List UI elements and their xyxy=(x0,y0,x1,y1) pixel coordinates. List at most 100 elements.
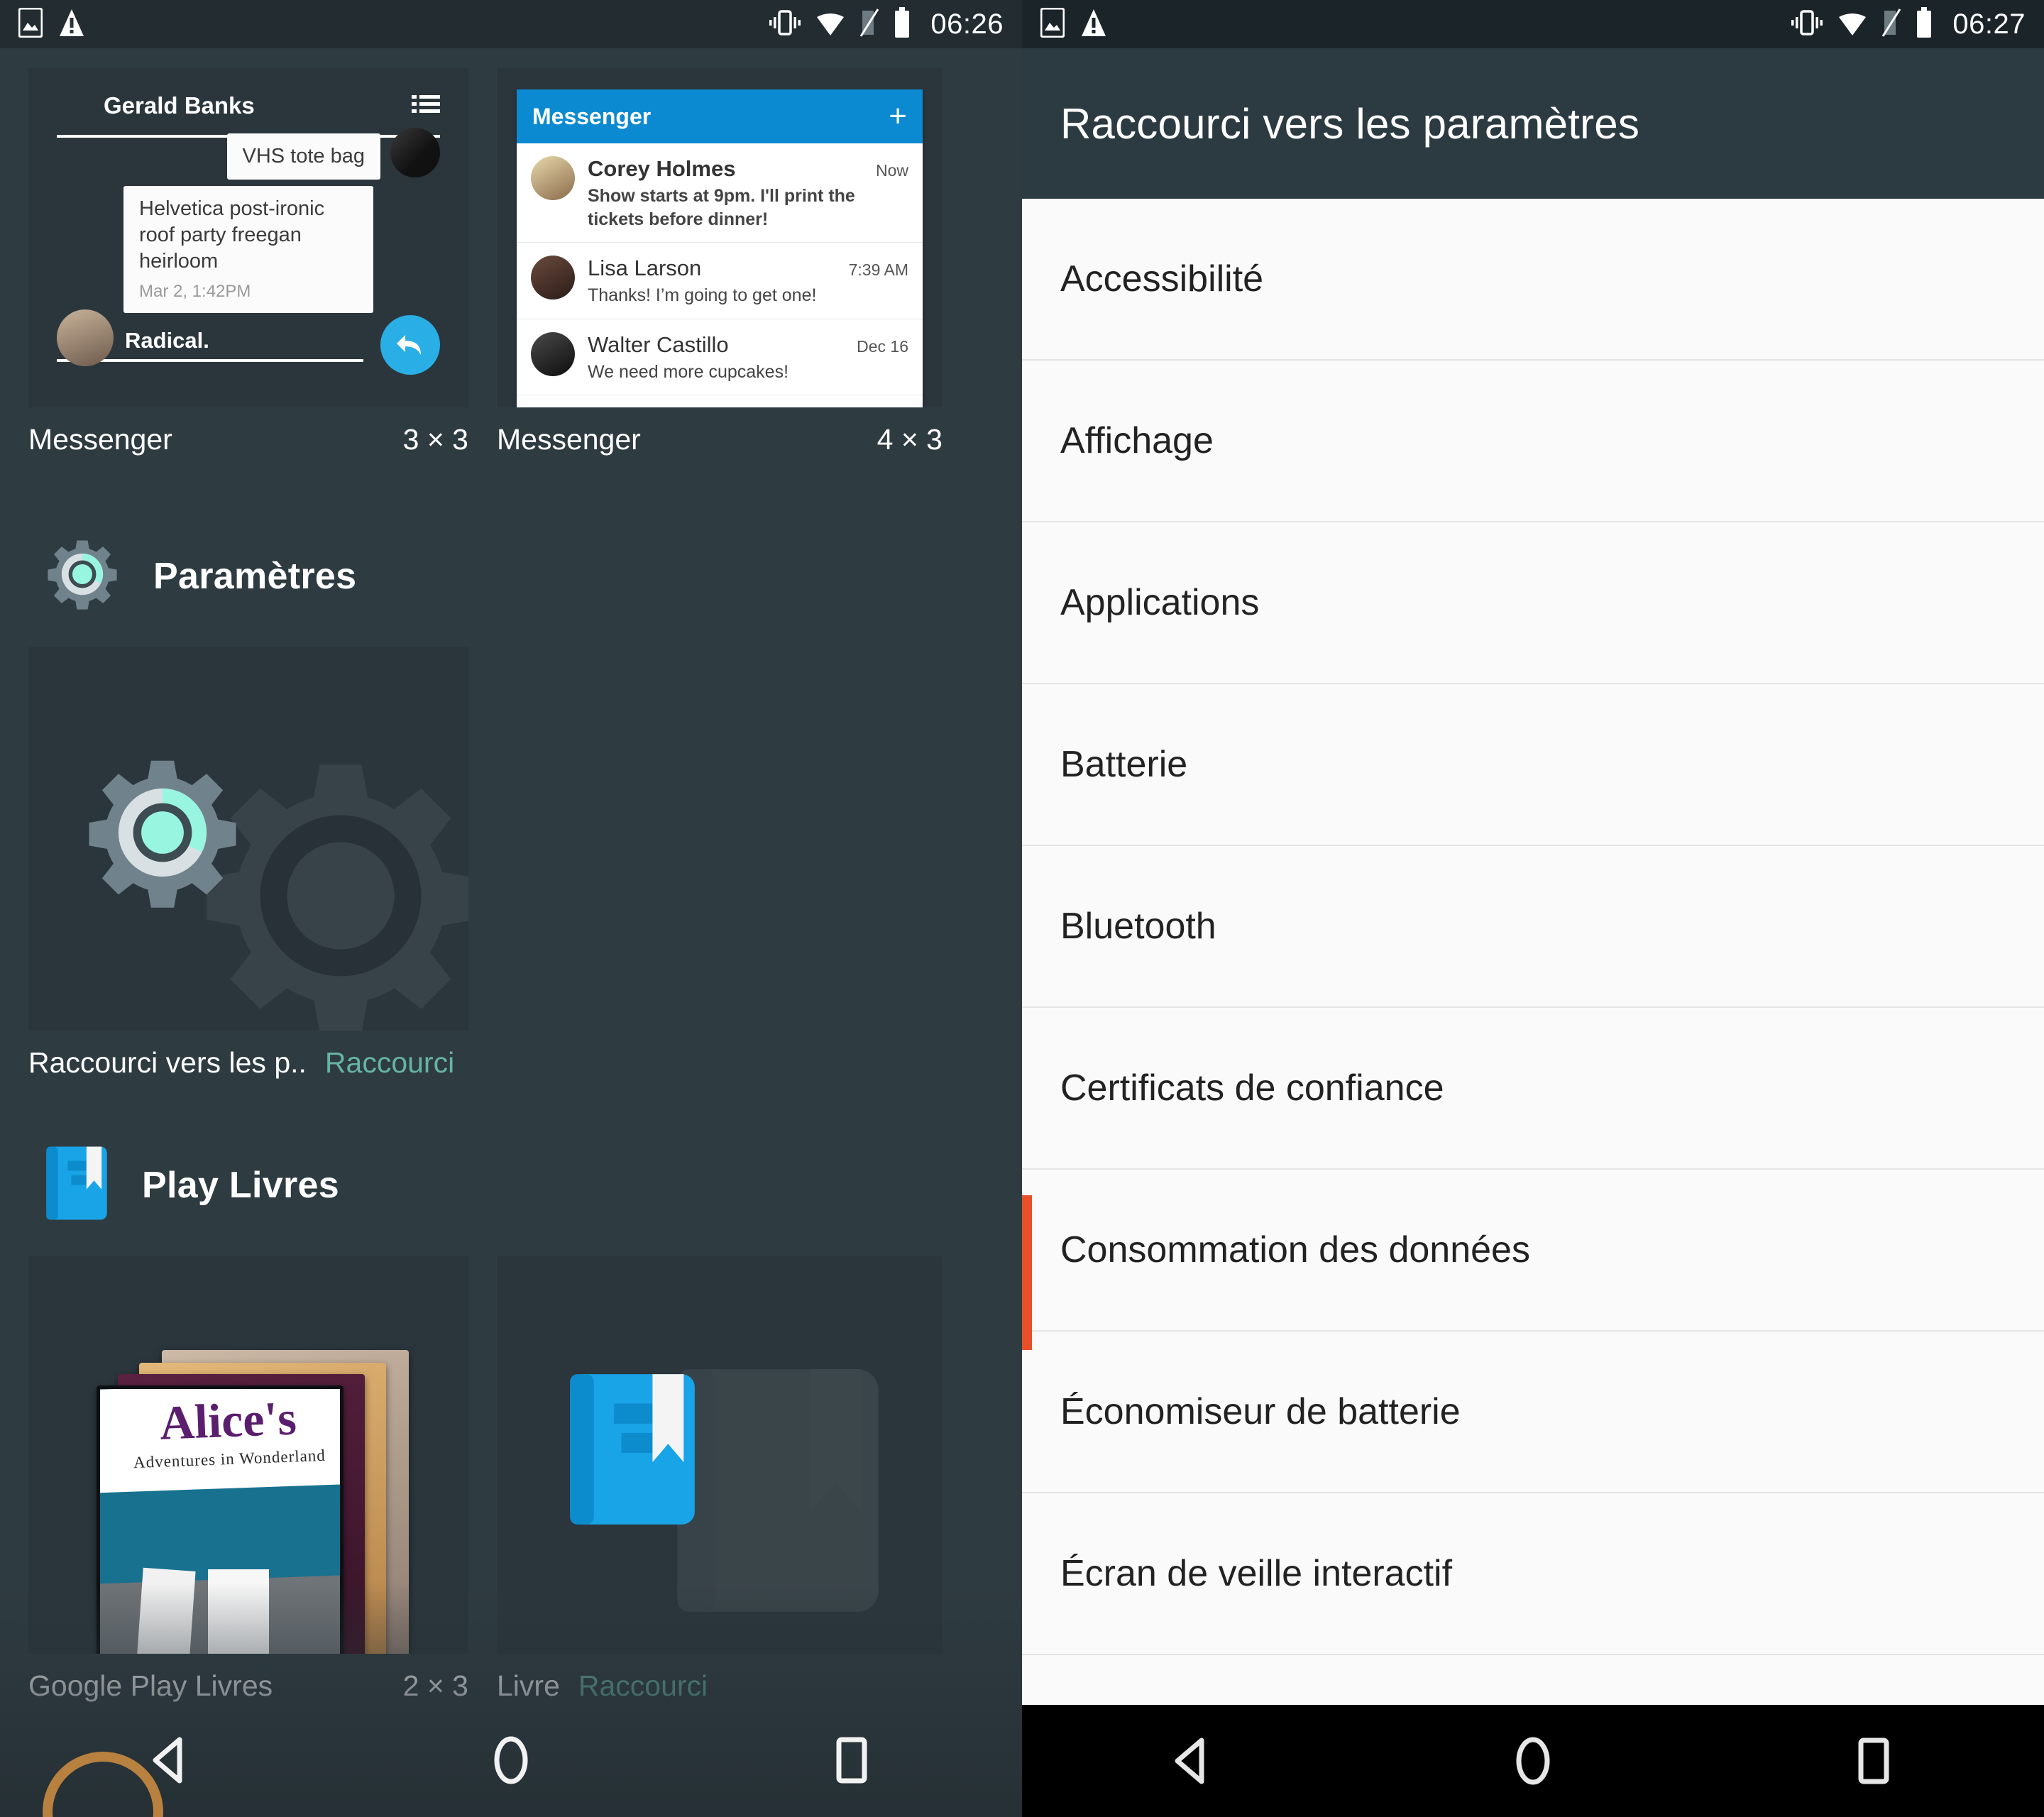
thread-time: 7:39 AM xyxy=(848,260,908,279)
widget-type-tag: Raccourci xyxy=(578,1669,708,1702)
list-item-label: Accessibilité xyxy=(1060,258,1264,300)
widget-label-book-shortcut: Livre Raccourci xyxy=(497,1654,943,1703)
widget-label-google-play-books: Google Play Livres 2 × 3 xyxy=(28,1654,468,1703)
list-item-batterie[interactable]: Batterie xyxy=(1022,684,2044,846)
list-item-affichage[interactable]: Affichage xyxy=(1022,361,2044,522)
message-bubble-incoming: Helvetica post-ironic roof party freegan… xyxy=(123,186,373,314)
book-cover-front: Alice's Adventures in Wonderland xyxy=(97,1385,344,1654)
message-text: Helvetica post-ironic roof party freegan… xyxy=(139,197,325,273)
thread-time: Dec 16 xyxy=(857,336,908,356)
list-item-consommation-des-donnees[interactable]: Consommation des données xyxy=(1022,1170,2044,1332)
list-item[interactable]: Walter Castillo Dec 16 We need more cupc… xyxy=(517,319,923,395)
widget-row-settings: Raccourci vers les p.. Raccourci xyxy=(0,647,1022,1080)
widget-preview-settings-gear[interactable] xyxy=(28,647,468,1031)
signal-icon xyxy=(1881,8,1901,41)
list-item[interactable]: Corey Holmes Now Show starts at 9pm. I'l… xyxy=(517,143,923,243)
avatar xyxy=(531,156,575,200)
widget-preview-book-stack[interactable]: Alice's Adventures in Wonderland xyxy=(28,1256,468,1654)
send-reply-button[interactable] xyxy=(380,315,440,375)
widget-picker-screen: 06:26 Gerald Banks VHS tote bag Helvetic… xyxy=(0,0,1022,1817)
play-books-icon xyxy=(44,1145,109,1225)
widget-size: 3 × 3 xyxy=(402,423,468,456)
home-icon[interactable] xyxy=(447,1718,575,1803)
list-item-applications[interactable]: Applications xyxy=(1022,522,2044,684)
book-title: Alice's xyxy=(158,1390,298,1450)
list-item-certificats-de-confiance[interactable]: Certificats de confiance xyxy=(1022,1008,2044,1170)
battery-icon xyxy=(894,6,911,42)
widget-label-messenger-4x3: Messenger 4 × 3 xyxy=(497,407,943,456)
avatar xyxy=(531,331,575,376)
widget-name: Messenger xyxy=(28,423,172,456)
list-item-partial xyxy=(517,395,923,407)
list-item-economiseur-de-batterie[interactable]: Économiseur de batterie xyxy=(1022,1332,2044,1493)
scrollbar-thumb[interactable] xyxy=(1022,1195,1032,1350)
plus-icon[interactable]: + xyxy=(889,101,907,132)
widget-name: Google Play Livres xyxy=(28,1669,273,1702)
play-books-icon xyxy=(570,1374,695,1525)
screenshot-icon xyxy=(18,7,43,41)
home-icon[interactable] xyxy=(1469,1718,1597,1804)
widget-label-messenger-3x3: Messenger 3 × 3 xyxy=(28,407,468,456)
list-menu-icon[interactable] xyxy=(412,94,440,118)
avatar xyxy=(390,128,440,177)
wifi-icon xyxy=(1837,9,1867,40)
thread-snippet: Show starts at 9pm. I'll print the ticke… xyxy=(588,186,855,229)
widget-card-messenger-3x3[interactable]: Gerald Banks VHS tote bag Helvetica post… xyxy=(28,68,468,456)
status-bar-system-icons: 06:26 xyxy=(769,6,1004,42)
list-item-accessibilite[interactable]: Accessibilité xyxy=(1022,199,2044,361)
warning-icon xyxy=(1080,8,1107,41)
widget-row-books: Alice's Adventures in Wonderland Google … xyxy=(0,1256,1022,1703)
widget-card-book-shortcut[interactable]: Livre Raccourci xyxy=(497,1256,943,1703)
widget-card-settings-shortcut[interactable]: Raccourci vers les p.. Raccourci xyxy=(28,647,468,1080)
navigation-bar-right xyxy=(1022,1705,2044,1817)
widget-card-messenger-4x3[interactable]: Messenger + Corey Holmes Now Show starts… xyxy=(497,68,943,456)
thread-time: Now xyxy=(875,161,908,180)
messenger-appbar: Messenger + xyxy=(517,89,923,143)
thread-name: Walter Castillo xyxy=(588,331,729,357)
widget-name: Messenger xyxy=(497,423,641,456)
list-item-label: Économiseur de batterie xyxy=(1060,1391,1461,1432)
list-item-label: Consommation des données xyxy=(1060,1229,1530,1270)
message-bubble-outgoing: VHS tote bag xyxy=(226,133,380,180)
status-bar-clock: 06:26 xyxy=(930,8,1004,40)
app-bar: Raccourci vers les paramètres xyxy=(1022,48,2044,199)
back-icon[interactable] xyxy=(1128,1718,1256,1804)
settings-shortcut-picker-screen: 06:27 Raccourci vers les paramètres Acce… xyxy=(1022,0,2044,1817)
navigation-bar-left xyxy=(0,1703,1022,1817)
recents-icon[interactable] xyxy=(788,1718,916,1803)
status-bar-clock: 06:27 xyxy=(1952,8,2026,40)
vibrate-icon xyxy=(769,9,801,40)
vibrate-icon xyxy=(1791,9,1823,40)
list-item-ecran-de-veille-interactif[interactable]: Écran de veille interactif xyxy=(1022,1493,2044,1655)
recents-icon[interactable] xyxy=(1810,1718,1938,1804)
thread-name: Corey Holmes xyxy=(588,156,736,181)
status-bar-notification-icons xyxy=(1040,7,1107,41)
widget-card-google-play-books[interactable]: Alice's Adventures in Wonderland Google … xyxy=(28,1256,468,1703)
list-item[interactable]: Lisa Larson 7:39 AM Thanks! I’m going to… xyxy=(517,243,923,319)
back-icon[interactable] xyxy=(106,1718,234,1803)
page-title: Raccourci vers les paramètres xyxy=(1060,99,1640,148)
widget-name: Livre xyxy=(497,1669,560,1702)
widget-preview-messenger-list[interactable]: Messenger + Corey Holmes Now Show starts… xyxy=(497,68,943,407)
list-item-bluetooth[interactable]: Bluetooth xyxy=(1022,846,2044,1008)
widget-name: Raccourci vers les p.. xyxy=(28,1046,307,1079)
section-header-settings: Paramètres xyxy=(44,536,1022,616)
thread-snippet: Thanks! I’m going to get one! xyxy=(588,285,817,305)
widget-preview-play-books-large[interactable] xyxy=(497,1256,943,1654)
thread-snippet: We need more cupcakes! xyxy=(588,361,789,382)
avatar xyxy=(57,309,114,366)
widget-row-messenger: Gerald Banks VHS tote bag Helvetica post… xyxy=(0,48,1022,456)
signal-icon xyxy=(859,8,879,41)
dual-screenshot: 06:26 Gerald Banks VHS tote bag Helvetic… xyxy=(0,0,2044,1817)
thread-name: Lisa Larson xyxy=(588,256,702,280)
widget-list-scroll[interactable]: Gerald Banks VHS tote bag Helvetica post… xyxy=(0,48,1022,1817)
settings-shortcut-list[interactable]: Accessibilité Affichage Applications Bat… xyxy=(1022,199,2044,1655)
section-title: Paramètres xyxy=(153,555,357,597)
widget-label-settings-shortcut: Raccourci vers les p.. Raccourci xyxy=(28,1031,468,1080)
play-books-icon xyxy=(677,1369,879,1612)
widget-preview-messenger-conversation[interactable]: Gerald Banks VHS tote bag Helvetica post… xyxy=(28,68,468,407)
screenshot-icon xyxy=(1040,7,1065,41)
status-bar-left: 06:26 xyxy=(0,0,1022,48)
message-input-row[interactable]: Radical. xyxy=(57,309,440,375)
conversation-contact-name: Gerald Banks xyxy=(104,92,255,119)
